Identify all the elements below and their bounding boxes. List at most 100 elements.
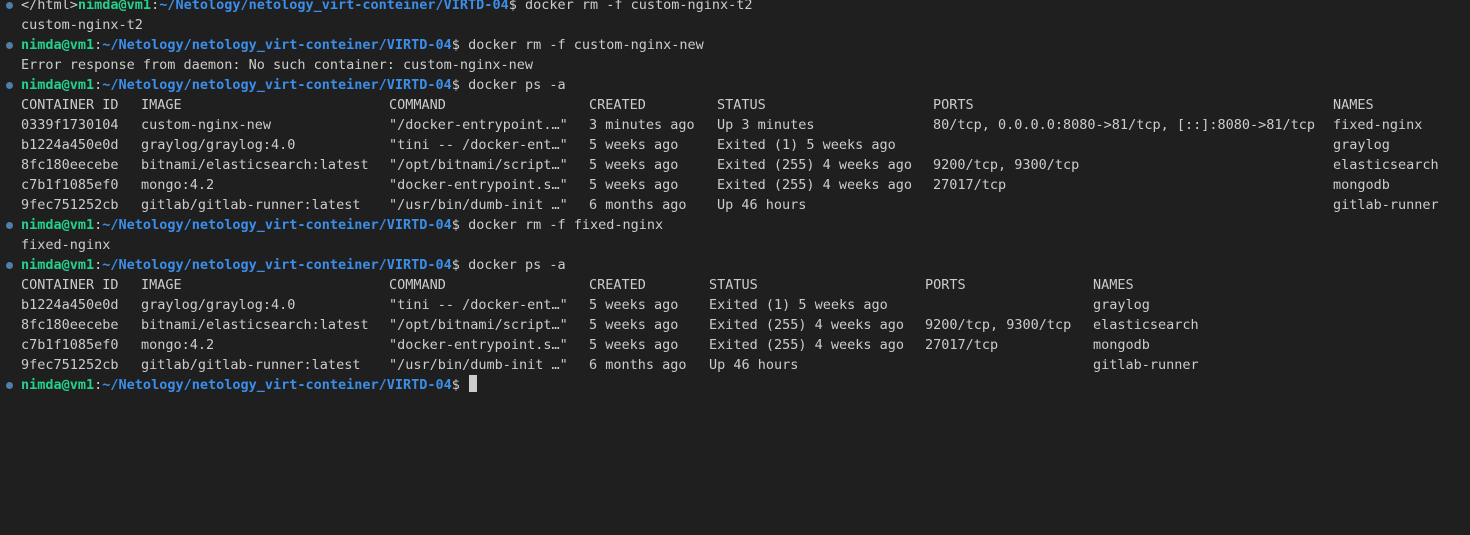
status: Exited (1) 5 weeks ago: [717, 137, 896, 153]
names: graylog: [1093, 297, 1150, 313]
column-header: COMMAND: [389, 97, 446, 113]
column-header: IMAGE: [141, 277, 182, 293]
names: gitlab-runner: [1093, 357, 1199, 373]
command-output: custom-nginx-t2: [21, 17, 143, 33]
command: "/usr/bin/dumb-init …": [389, 357, 568, 373]
terminal-line: nimda@vm1:~/Netology/netology_virt-conte…: [0, 35, 1470, 55]
command-text: docker rm -f fixed-nginx: [468, 217, 664, 233]
terminal-line: fixed-nginx: [0, 235, 1470, 255]
container-id: 0339f1730104: [21, 117, 119, 133]
container-id: c7b1f1085ef0: [21, 177, 119, 193]
image: custom-nginx-new: [141, 117, 272, 133]
prompt-path: ~/Netology/netology_virt-conteiner/VIRTD…: [102, 257, 452, 273]
terminal-line: nimda@vm1:~/Netology/netology_virt-conte…: [0, 215, 1470, 235]
terminal-line: nimda@vm1:~/Netology/netology_virt-conte…: [0, 75, 1470, 95]
terminal-line: nimda@vm1:~/Netology/netology_virt-conte…: [0, 255, 1470, 275]
prompt-user-host: nimda@vm1: [21, 377, 95, 393]
table-row: c7b1f1085ef0 mongo:4.2 "docker-entrypoin…: [0, 335, 1470, 355]
image: gitlab/gitlab-runner:latest: [141, 357, 361, 373]
prompt-user-host: nimda@vm1: [21, 77, 95, 93]
status: Up 46 hours: [709, 357, 799, 373]
names: gitlab-runner: [1333, 197, 1439, 213]
command-text: docker ps -a: [468, 257, 566, 273]
prompt-path: ~/Netology/netology_virt-conteiner/VIRTD…: [102, 37, 452, 53]
names: fixed-nginx: [1333, 117, 1423, 133]
active-prompt-line[interactable]: nimda@vm1:~/Netology/netology_virt-conte…: [21, 375, 478, 395]
terminal-line: Error response from daemon: No such cont…: [0, 55, 1470, 75]
command: "/docker-entrypoint.…": [389, 117, 568, 133]
prompt-user-host: nimda@vm1: [21, 37, 95, 53]
ps-table-header: CONTAINER ID IMAGE COMMAND CREATED STATU…: [0, 275, 1470, 295]
image: mongo:4.2: [141, 337, 215, 353]
command-marker-icon[interactable]: [6, 222, 13, 229]
command-text: docker rm -f custom-nginx-t2: [524, 0, 753, 13]
status: Exited (255) 4 weeks ago: [709, 317, 905, 333]
column-header: CONTAINER ID: [21, 97, 119, 113]
status: Exited (255) 4 weeks ago: [717, 157, 913, 173]
container-id: 9fec751252cb: [21, 197, 119, 213]
prompt-user-host: nimda@vm1: [77, 0, 152, 13]
prompt-user-host: nimda@vm1: [21, 257, 95, 273]
table-row: c7b1f1085ef0 mongo:4.2 "docker-entrypoin…: [0, 175, 1470, 195]
column-header: CREATED: [589, 97, 646, 113]
command-marker-icon[interactable]: [6, 382, 13, 389]
prompt-symbol: $: [451, 377, 469, 393]
terminal-line: </html>nimda@vm1:~/Netology/netology_vir…: [0, 0, 1470, 15]
terminal-output[interactable]: </html>nimda@vm1:~/Netology/netology_vir…: [0, 0, 1470, 395]
command: "docker-entrypoint.s…": [389, 337, 568, 353]
table-row: 8fc180eecebe bitnami/elasticsearch:lates…: [0, 315, 1470, 335]
command-text: docker ps -a: [468, 77, 566, 93]
table-row: 0339f1730104 custom-nginx-new "/docker-e…: [0, 115, 1470, 135]
column-header: IMAGE: [141, 97, 182, 113]
column-header: NAMES: [1093, 277, 1134, 293]
column-header: CREATED: [589, 277, 646, 293]
prompt-line: </html>nimda@vm1:~/Netology/netology_vir…: [21, 0, 753, 15]
command-marker-icon[interactable]: [6, 2, 13, 9]
command-marker-icon[interactable]: [6, 82, 13, 89]
status: Exited (255) 4 weeks ago: [717, 177, 913, 193]
error-output: Error response from daemon: No such cont…: [21, 57, 534, 73]
container-id: 9fec751252cb: [21, 357, 119, 373]
command-text: docker rm -f custom-nginx-new: [468, 37, 704, 53]
prompt-path: ~/Netology/netology_virt-conteiner/VIRTD…: [102, 217, 452, 233]
prompt-symbol: $: [451, 77, 469, 93]
terminal-line: nimda@vm1:~/Netology/netology_virt-conte…: [0, 375, 1470, 395]
text-cursor[interactable]: [469, 375, 478, 392]
ports: 9200/tcp, 9300/tcp: [933, 157, 1080, 173]
command-marker-icon[interactable]: [6, 42, 13, 49]
created: 5 weeks ago: [589, 177, 679, 193]
prompt-user-host: nimda@vm1: [21, 217, 95, 233]
ports: 80/tcp, 0.0.0.0:8080->81/tcp, [::]:8080-…: [933, 117, 1316, 133]
prompt-line: nimda@vm1:~/Netology/netology_virt-conte…: [21, 215, 663, 235]
status: Exited (1) 5 weeks ago: [709, 297, 888, 313]
image: graylog/graylog:4.0: [141, 297, 296, 313]
container-id: 8fc180eecebe: [21, 157, 119, 173]
container-id: b1224a450e0d: [21, 297, 119, 313]
image: graylog/graylog:4.0: [141, 137, 296, 153]
status: Up 46 hours: [717, 197, 807, 213]
column-header: CONTAINER ID: [21, 277, 119, 293]
container-id: b1224a450e0d: [21, 137, 119, 153]
command-marker-icon[interactable]: [6, 262, 13, 269]
prompt-symbol: $: [508, 0, 525, 13]
prompt-line: nimda@vm1:~/Netology/netology_virt-conte…: [21, 75, 566, 95]
command: "tini -- /docker-ent…": [389, 297, 568, 313]
column-header: PORTS: [933, 97, 974, 113]
column-header: NAMES: [1333, 97, 1374, 113]
prompt-path: ~/Netology/netology_virt-conteiner/VIRTD…: [159, 0, 509, 13]
prompt-symbol: $: [451, 257, 469, 273]
names: mongodb: [1093, 337, 1150, 353]
names: graylog: [1333, 137, 1390, 153]
ports: 27017/tcp: [933, 177, 1007, 193]
status: Up 3 minutes: [717, 117, 815, 133]
column-header: STATUS: [709, 277, 758, 293]
command-output: fixed-nginx: [21, 237, 111, 253]
prompt-line: nimda@vm1:~/Netology/netology_virt-conte…: [21, 35, 704, 55]
created: 5 weeks ago: [589, 157, 679, 173]
column-header: STATUS: [717, 97, 766, 113]
table-row: 9fec751252cb gitlab/gitlab-runner:latest…: [0, 355, 1470, 375]
command: "/opt/bitnami/script…": [389, 157, 568, 173]
prompt-symbol: $: [451, 217, 469, 233]
command: "docker-entrypoint.s…": [389, 177, 568, 193]
status: Exited (255) 4 weeks ago: [709, 337, 905, 353]
